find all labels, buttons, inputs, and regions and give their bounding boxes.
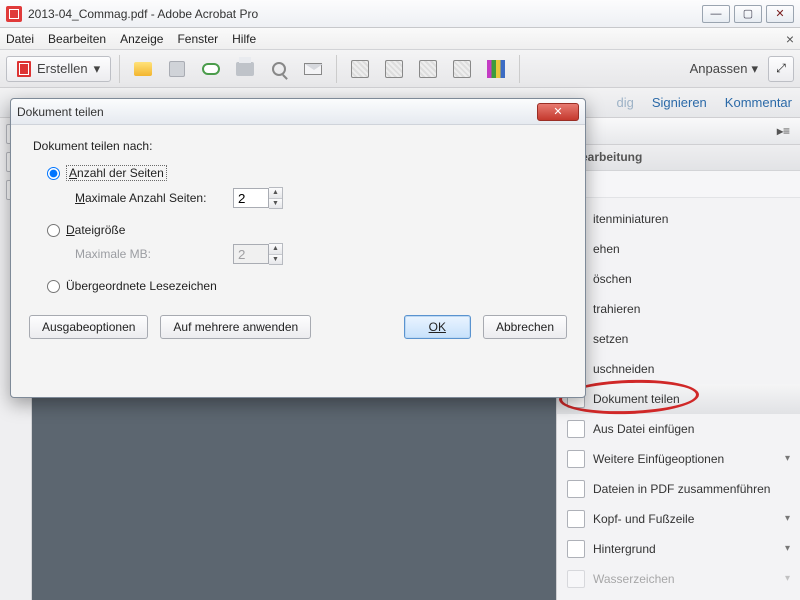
ausgabeoptionen-button[interactable]: Ausgabeoptionen xyxy=(29,315,148,339)
max-mb-input xyxy=(233,244,269,264)
ok-button[interactable]: OK xyxy=(404,315,471,339)
spin-down: ▼ xyxy=(269,255,282,265)
auf-mehrere-anwenden-button[interactable]: Auf mehrere anwenden xyxy=(160,315,311,339)
radio-lesezeichen[interactable]: Übergeordnete Lesezeichen xyxy=(47,279,563,293)
radio-dateigroesse[interactable]: Dateigröße xyxy=(47,223,563,237)
radio-input[interactable] xyxy=(47,280,60,293)
max-mb-spinner: ▲▼ xyxy=(233,243,283,265)
max-pages-label: Maximale Anzahl Seiten: xyxy=(75,191,225,205)
max-pages-input[interactable] xyxy=(233,188,269,208)
radio-input[interactable] xyxy=(47,224,60,237)
spin-down[interactable]: ▼ xyxy=(269,199,282,209)
dialog-close-button[interactable]: ✕ xyxy=(537,103,579,121)
max-mb-label: Maximale MB: xyxy=(75,247,225,261)
radio-anzahl-seiten[interactable]: Anzahl der Seiten xyxy=(47,165,563,181)
dokument-teilen-dialog: Dokument teilen ✕ Dokument teilen nach: … xyxy=(10,98,586,398)
radio-input[interactable] xyxy=(47,167,60,180)
max-pages-spinner[interactable]: ▲▼ xyxy=(233,187,283,209)
dialog-overlay: Dokument teilen ✕ Dokument teilen nach: … xyxy=(0,0,800,600)
abbrechen-button[interactable]: Abbrechen xyxy=(483,315,567,339)
dialog-title: Dokument teilen xyxy=(17,105,104,119)
spin-up: ▲ xyxy=(269,244,282,255)
spin-up[interactable]: ▲ xyxy=(269,188,282,199)
dialog-titlebar[interactable]: Dokument teilen ✕ xyxy=(11,99,585,125)
dialog-heading: Dokument teilen nach: xyxy=(33,139,563,153)
radio-label: Übergeordnete Lesezeichen xyxy=(66,279,217,293)
